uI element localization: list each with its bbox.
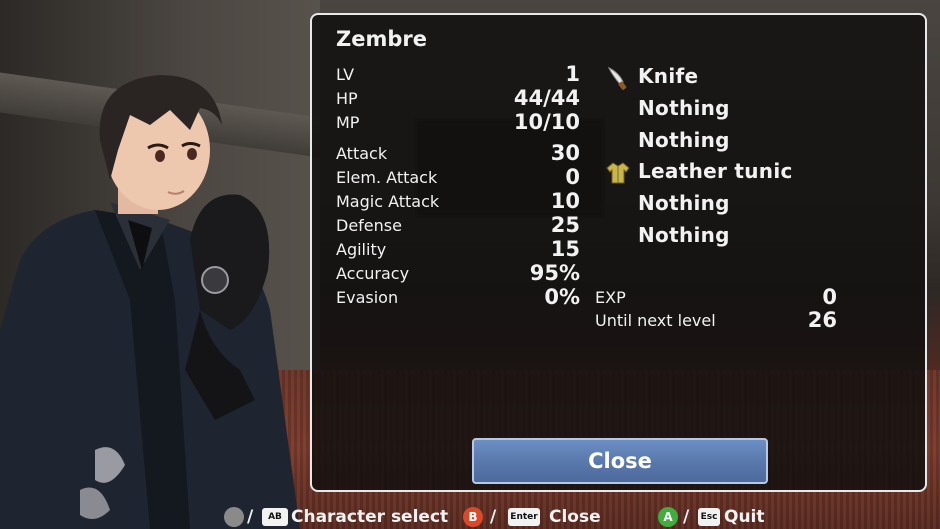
- ab-key-icon: AB: [262, 508, 288, 526]
- equip-slot-5[interactable]: Nothing: [605, 190, 845, 220]
- hint-separator: /: [490, 507, 497, 527]
- knife-icon: [607, 66, 627, 90]
- equip-slot-armor[interactable]: Leather tunic: [605, 158, 845, 188]
- hint-separator: /: [683, 507, 690, 527]
- stat-label: HP: [336, 89, 358, 108]
- stat-value: 1: [565, 62, 580, 86]
- stat-value: 44/44: [513, 86, 580, 110]
- stat-row-magic-attack: Magic Attack 10: [336, 189, 580, 213]
- equip-name: Nothing: [638, 96, 730, 120]
- stat-label: Evasion: [336, 288, 399, 307]
- stat-row-defense: Defense 25: [336, 213, 580, 237]
- hint-quit[interactable]: Quit: [724, 507, 765, 527]
- equip-name: Knife: [638, 64, 699, 88]
- next-level-row: Until next level 26: [595, 308, 837, 332]
- equip-slot-weapon[interactable]: Knife: [605, 63, 845, 93]
- stat-row-agility: Agility 15: [336, 237, 580, 261]
- stat-row-hp: HP 44/44: [336, 86, 580, 110]
- hint-close[interactable]: Close: [549, 507, 601, 527]
- character-portrait: [0, 75, 300, 529]
- exp-value: 0: [822, 285, 837, 309]
- stat-row-elem-attack: Elem. Attack 0: [336, 165, 580, 189]
- stat-value: 25: [550, 213, 580, 237]
- stat-label: Defense: [336, 216, 402, 235]
- esc-key-icon: Esc: [698, 508, 720, 526]
- stat-label: Magic Attack: [336, 192, 440, 211]
- stat-row-lv: LV 1: [336, 62, 580, 86]
- enter-key-icon: Enter: [508, 508, 540, 526]
- stat-row-attack: Attack 30: [336, 141, 580, 165]
- status-window: Zembre LV 1 HP 44/44 MP 10/10 Attack 30 …: [310, 13, 927, 492]
- tunic-icon: [606, 162, 630, 184]
- stat-row-evasion: Evasion 0%: [336, 285, 580, 309]
- stat-label: Elem. Attack: [336, 168, 438, 187]
- equip-slot-3[interactable]: Nothing: [605, 127, 845, 157]
- b-button-icon: B: [463, 507, 483, 527]
- stat-label: Attack: [336, 144, 388, 163]
- exp-row: EXP 0: [595, 285, 837, 309]
- stat-row-accuracy: Accuracy 95%: [336, 261, 580, 285]
- stat-value: 30: [550, 141, 580, 165]
- stat-label: Accuracy: [336, 264, 410, 283]
- equip-slot-6[interactable]: Nothing: [605, 222, 845, 252]
- exp-label: EXP: [595, 288, 626, 307]
- stat-value: 10: [550, 189, 580, 213]
- next-level-label: Until next level: [595, 311, 716, 330]
- stat-value: 0%: [544, 285, 580, 309]
- control-hints: / AB Character select B / Enter Close A …: [224, 505, 940, 529]
- close-button[interactable]: Close: [472, 438, 768, 484]
- hint-character-select[interactable]: Character select: [291, 507, 448, 527]
- stat-value: 10/10: [513, 110, 580, 134]
- character-name: Zembre: [336, 27, 427, 51]
- next-level-value: 26: [807, 308, 837, 332]
- equip-name: Nothing: [638, 223, 730, 247]
- stat-label: Agility: [336, 240, 387, 259]
- a-button-icon: A: [658, 507, 678, 527]
- equip-name: Leather tunic: [638, 159, 793, 183]
- equip-name: Nothing: [638, 191, 730, 215]
- stick-button-icon: [224, 507, 244, 527]
- hint-separator: /: [247, 507, 254, 527]
- stat-value: 95%: [529, 261, 580, 285]
- stat-value: 0: [565, 165, 580, 189]
- stat-value: 15: [550, 237, 580, 261]
- stat-label: MP: [336, 113, 360, 132]
- equip-name: Nothing: [638, 128, 730, 152]
- equip-slot-2[interactable]: Nothing: [605, 95, 845, 125]
- stat-label: LV: [336, 65, 355, 84]
- stat-row-mp: MP 10/10: [336, 110, 580, 134]
